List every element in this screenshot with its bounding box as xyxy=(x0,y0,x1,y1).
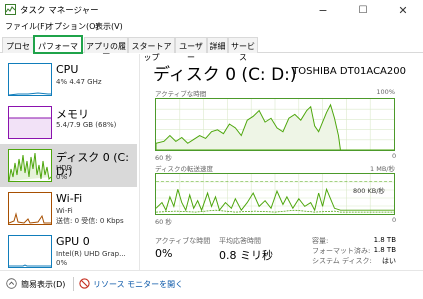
fewer-details-link[interactable]: 簡易表示(D) xyxy=(21,279,65,290)
transfer-rate-graph-label: ディスクの転送速度 xyxy=(155,165,214,173)
capacity-label: 容量: xyxy=(312,237,329,245)
avg-response-stat-label: 平均応答時間 xyxy=(219,237,261,245)
title-bar: タスク マネージャー − ☐ ✕ xyxy=(0,0,423,20)
formatted-value: 1.8 TB xyxy=(373,246,396,254)
tab-bar: プロセス パフォーマンス アプリの履歴 スタートアップ ユーザー 詳細 サービス xyxy=(0,35,423,62)
disk-thumbnail-graph xyxy=(8,149,52,182)
system-disk-label: システム ディスク: xyxy=(312,257,372,265)
status-bar: 簡易表示(D) リソース モニターを開く xyxy=(0,270,423,299)
perf-item-detail: 4% 4.47 GHz xyxy=(56,78,102,86)
tab-app-history[interactable]: アプリの履歴 xyxy=(84,37,128,62)
transfer-rate-graph-xlabel: 60 秒 xyxy=(155,218,172,226)
page-title: ディスク 0 (C: D:) xyxy=(153,65,297,85)
minimize-button[interactable]: − xyxy=(303,0,343,20)
chevron-up-circle-icon[interactable] xyxy=(6,278,17,289)
perf-item-detail: HDD xyxy=(56,164,73,172)
perf-item-detail: Wi-Fi xyxy=(56,207,73,215)
tab-processes[interactable]: プロセス xyxy=(2,37,34,62)
transfer-rate-graph-zero: 0 xyxy=(392,216,397,224)
perf-item-usage: 0% xyxy=(56,173,68,181)
perf-item-detail: 5.4/7.9 GB (68%) xyxy=(56,121,117,129)
system-disk-value: はい xyxy=(382,257,396,265)
active-time-graph-zero: 0 xyxy=(392,152,397,160)
open-resource-monitor-link[interactable]: リソース モニターを開く xyxy=(93,279,183,290)
active-time-graph-xlabel: 60 秒 xyxy=(155,154,172,162)
menu-file[interactable]: ファイル(F) xyxy=(5,21,48,32)
menu-bar: ファイル(F) オプション(O) 表示(V) xyxy=(0,19,423,34)
active-time-graph-label: アクティブな時間 xyxy=(155,90,207,98)
active-time-stat-value: 0% xyxy=(155,247,173,260)
tab-details[interactable]: 詳細 xyxy=(207,37,228,53)
cpu-thumbnail-graph xyxy=(8,63,52,96)
perf-item-name: Wi-Fi xyxy=(56,192,83,205)
tab-users[interactable]: ユーザー xyxy=(175,37,207,62)
close-button[interactable]: ✕ xyxy=(383,0,423,20)
active-time-stat-label: アクティブな時間 xyxy=(155,237,211,245)
menu-options[interactable]: オプション(O) xyxy=(46,21,99,32)
perf-item-cpu[interactable]: CPU 4% 4.47 GHz xyxy=(0,58,137,101)
perf-item-disk[interactable]: ディスク 0 (C: D:) HDD 0% xyxy=(0,144,137,187)
perf-item-detail: Intel(R) UHD Grap... xyxy=(56,250,126,258)
tab-performance[interactable]: パフォーマンス xyxy=(33,35,83,62)
perf-item-throughput: 送信: 0 受信: 0 Kbps xyxy=(56,217,124,225)
perf-item-wifi[interactable]: Wi-Fi Wi-Fi 送信: 0 受信: 0 Kbps xyxy=(0,187,137,230)
active-time-graph-max: 100% xyxy=(376,88,395,96)
avg-response-stat-value: 0.8 ミリ秒 xyxy=(219,249,273,262)
transfer-rate-graph-max: 1 MB/秒 xyxy=(370,165,395,173)
active-time-graph xyxy=(155,98,395,151)
menu-view[interactable]: 表示(V) xyxy=(95,21,123,32)
capacity-value: 1.8 TB xyxy=(373,236,396,244)
perf-item-usage: 0% xyxy=(56,259,68,267)
tab-startup[interactable]: スタートアップ xyxy=(128,37,175,62)
formatted-label: フォーマット済み: xyxy=(312,247,371,255)
perf-item-gpu[interactable]: GPU 0 Intel(R) UHD Grap... 0% xyxy=(0,230,137,273)
wifi-thumbnail-graph xyxy=(8,192,52,225)
perf-item-memory[interactable]: メモリ 5.4/7.9 GB (68%) xyxy=(0,101,137,144)
task-manager-icon xyxy=(5,4,16,15)
status-divider xyxy=(73,277,74,291)
disk-detail-panel: ディスク 0 (C: D:) TOSHIBA DT01ACA200 アクティブな… xyxy=(140,54,423,270)
maximize-button[interactable]: ☐ xyxy=(343,0,383,20)
perf-item-name: CPU xyxy=(56,63,79,76)
memory-thumbnail-graph xyxy=(8,106,52,139)
disk-model: TOSHIBA DT01ACA200 xyxy=(292,66,406,77)
perf-item-name: メモリ xyxy=(56,108,89,121)
perf-item-name: GPU 0 xyxy=(56,235,90,248)
resource-list: CPU 4% 4.47 GHz メモリ 5.4/7.9 GB (68%) ディス… xyxy=(0,54,137,270)
transfer-rate-marker: 800 KB/秒 xyxy=(353,187,385,195)
gpu-thumbnail-graph xyxy=(8,235,52,268)
tab-services[interactable]: サービス xyxy=(228,37,258,62)
window-title: タスク マネージャー xyxy=(20,6,99,16)
resource-monitor-icon[interactable] xyxy=(79,278,90,289)
